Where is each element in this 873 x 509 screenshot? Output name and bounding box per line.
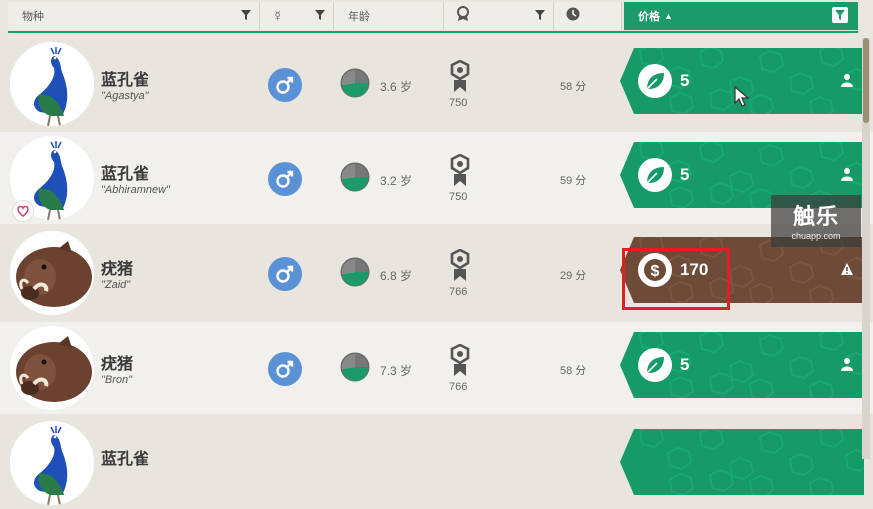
award-icon	[450, 59, 470, 96]
column-age[interactable]: 年龄	[334, 2, 444, 30]
mercury-icon: ☿	[272, 7, 284, 25]
animal-nickname: "Bron"	[101, 374, 133, 386]
header-divider	[8, 31, 858, 33]
award-value: 766	[449, 286, 468, 298]
animal-nickname: "Abhiramnew"	[101, 184, 170, 196]
clock-icon	[566, 7, 580, 25]
species-name: 疣猪	[101, 261, 134, 278]
animal-age: 3.6 岁	[380, 80, 413, 94]
age-pie-icon	[340, 257, 370, 287]
animal-row[interactable]: 疣猪 "Zaid" 6.8 岁 766 29 分 $170	[0, 227, 873, 319]
leaf-icon	[638, 64, 672, 98]
sort-asc-icon: ▲	[664, 11, 673, 21]
award-value: 766	[449, 381, 468, 393]
male-icon	[268, 352, 302, 386]
watermark: 触乐 chuapp.com	[771, 195, 861, 247]
award-value: 750	[449, 97, 468, 109]
award-icon	[450, 153, 470, 190]
age-pie-icon	[340, 352, 370, 382]
male-icon	[268, 162, 302, 196]
price-button[interactable]: 5	[620, 332, 864, 398]
species-name: 蓝孔雀	[101, 451, 150, 468]
species-name: 蓝孔雀	[101, 166, 150, 183]
column-award[interactable]	[444, 2, 554, 30]
award-icon	[456, 6, 470, 26]
scrollbar-thumb[interactable]	[863, 38, 869, 123]
time-remaining: 29 分	[560, 270, 587, 282]
award-value: 750	[449, 191, 468, 203]
price-value: 5	[680, 165, 690, 184]
animal-row[interactable]: 蓝孔雀 "Agastya" 3.6 岁 750 58 分 5	[0, 38, 873, 130]
column-price[interactable]: 价格 ▲	[624, 2, 858, 30]
warning-icon	[840, 262, 854, 276]
animal-age: 7.3 岁	[380, 364, 413, 378]
heart-icon[interactable]	[12, 200, 34, 222]
mouse-cursor-icon	[734, 86, 750, 107]
column-price-label: 价格	[638, 11, 660, 23]
animal-row[interactable]: 疣猪 "Bron" 7.3 岁 766 58 分 5	[0, 322, 873, 414]
male-icon	[268, 68, 302, 102]
column-species-label: 物种	[22, 11, 44, 23]
scrollbar[interactable]	[862, 38, 870, 459]
award-icon	[450, 248, 470, 285]
leaf-icon	[638, 158, 672, 192]
column-sex[interactable]: ☿	[260, 2, 334, 30]
animal-age: 6.8 岁	[380, 269, 413, 283]
price-value: 5	[680, 355, 690, 374]
column-species[interactable]: 物种	[8, 2, 260, 30]
species-name: 蓝孔雀	[101, 72, 150, 89]
award-icon	[450, 343, 470, 380]
filter-icon[interactable]	[239, 8, 253, 22]
column-time[interactable]	[554, 2, 622, 30]
person-icon	[840, 167, 854, 181]
warthog-avatar[interactable]	[10, 326, 94, 410]
red-highlight-box	[622, 248, 730, 310]
animal-age: 3.2 岁	[380, 174, 413, 188]
male-icon	[268, 257, 302, 291]
animal-nickname: "Zaid"	[101, 279, 131, 291]
filter-icon[interactable]	[533, 8, 547, 22]
age-pie-icon	[340, 68, 370, 98]
price-value: 5	[680, 71, 690, 90]
filter-icon[interactable]	[313, 8, 327, 22]
watermark-logo: 触乐	[792, 204, 839, 229]
person-icon	[840, 73, 854, 87]
time-remaining: 59 分	[560, 175, 587, 187]
peacock-avatar[interactable]	[10, 421, 94, 505]
time-remaining: 58 分	[560, 365, 587, 377]
price-button[interactable]	[620, 429, 864, 495]
animal-row[interactable]: 蓝孔雀	[0, 417, 873, 509]
warthog-avatar[interactable]	[10, 231, 94, 315]
person-icon	[840, 357, 854, 371]
leaf-icon	[638, 348, 672, 382]
animal-nickname: "Agastya"	[101, 90, 149, 102]
watermark-url: chuapp.com	[791, 231, 841, 241]
column-age-label: 年龄	[348, 11, 370, 23]
peacock-avatar[interactable]	[10, 42, 94, 126]
table-header: 物种 ☿ 年龄 价格 ▲	[0, 0, 873, 34]
animal-row[interactable]: 蓝孔雀 "Abhiramnew" 3.2 岁 750 59 分 5	[0, 132, 873, 224]
age-pie-icon	[340, 162, 370, 192]
time-remaining: 58 分	[560, 81, 587, 93]
species-name: 疣猪	[101, 356, 134, 373]
filter-icon[interactable]	[832, 7, 848, 23]
